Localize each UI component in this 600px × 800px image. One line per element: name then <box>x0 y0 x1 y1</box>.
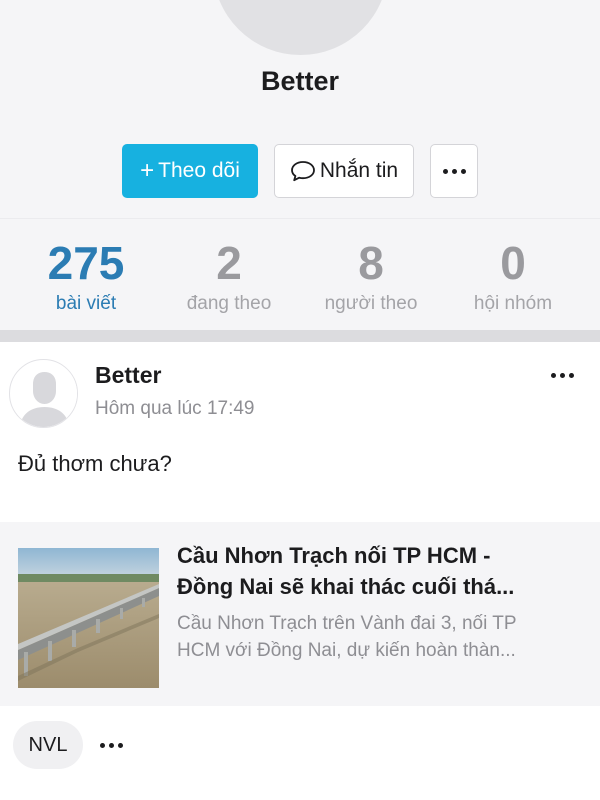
message-button-label: Nhắn tin <box>319 159 399 182</box>
more-dots-icon <box>99 742 123 748</box>
profile-header: Better + Theo dõi Nhắn tin <box>0 0 600 218</box>
stat-groups-label: hội nhóm <box>473 293 553 314</box>
stat-groups-value: 0 <box>500 237 526 289</box>
default-user-icon <box>10 360 77 427</box>
link-description: Cầu Nhơn Trạch trên Vành đai 3, nối TP H… <box>177 613 517 661</box>
chat-bubble-icon <box>290 161 315 182</box>
follow-button-label: Theo dõi <box>158 159 240 182</box>
tag-more-button[interactable] <box>95 738 127 752</box>
more-dots-icon <box>442 168 466 174</box>
profile-name: Better <box>260 66 340 96</box>
message-button[interactable]: Nhắn tin <box>274 144 414 198</box>
more-dots-icon <box>550 372 574 378</box>
stat-followers-label: người theo <box>324 293 418 314</box>
stat-following-label: đang theo <box>186 293 272 314</box>
stat-posts[interactable]: 275 bài viết <box>11 237 161 315</box>
post-author-avatar[interactable] <box>9 359 78 428</box>
profile-stats: 275 bài viết 2 đang theo 8 người theo 0 … <box>0 218 600 330</box>
link-thumbnail <box>18 548 159 688</box>
stat-posts-label: bài viết <box>55 293 117 314</box>
stat-followers[interactable]: 8 người theo <box>296 237 446 315</box>
stat-following-value: 2 <box>216 237 242 289</box>
link-title: Cầu Nhơn Trạch nối TP HCM - Đồng Nai sẽ … <box>177 543 515 599</box>
link-preview-card[interactable]: Cầu Nhơn Trạch nối TP HCM - Đồng Nai sẽ … <box>0 522 600 706</box>
post-author-name[interactable]: Better <box>95 362 161 389</box>
plus-icon: + <box>140 157 155 184</box>
stat-posts-value: 275 <box>47 237 125 289</box>
stat-following[interactable]: 2 đang theo <box>154 237 304 315</box>
post-more-button[interactable] <box>546 368 578 382</box>
stat-groups[interactable]: 0 hội nhóm <box>438 237 588 315</box>
post-text: Đủ thơm chưa? <box>18 451 172 476</box>
tag-chip[interactable]: NVL <box>13 721 83 769</box>
stat-followers-value: 8 <box>358 237 384 289</box>
section-divider <box>0 330 600 342</box>
bridge-photo-image <box>18 548 159 688</box>
follow-button[interactable]: + Theo dõi <box>122 144 258 198</box>
post-timestamp: Hôm qua lúc 17:49 <box>95 398 255 419</box>
profile-more-button[interactable] <box>430 144 478 198</box>
profile-avatar[interactable] <box>213 0 388 55</box>
